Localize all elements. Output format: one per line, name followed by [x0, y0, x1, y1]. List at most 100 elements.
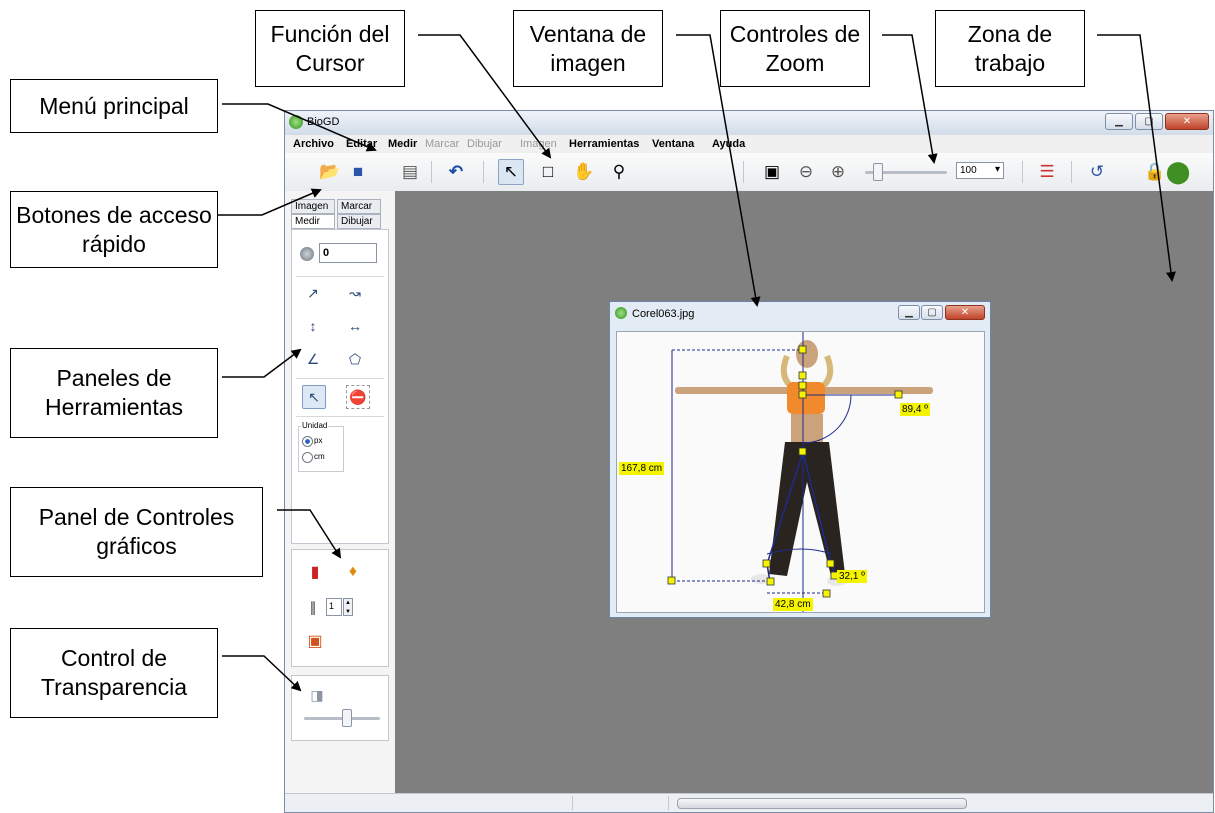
person-left-arm [675, 387, 793, 394]
callout-controles-zoom: Controles de Zoom [720, 10, 870, 87]
tab-medir[interactable]: Medir [291, 214, 335, 229]
stroke-width-value: 1 [329, 601, 335, 611]
status-bar [285, 793, 1213, 812]
unit-group: Unidad px cm [298, 421, 344, 472]
magnifier-icon[interactable]: ⚲ [606, 159, 632, 185]
width-label: 42,8 cm [773, 598, 813, 611]
menu-marcar[interactable]: Marcar [425, 138, 459, 150]
export-icon[interactable]: ↺ [1084, 159, 1110, 185]
transparency-panel: ◨ [291, 675, 389, 741]
counter-field[interactable]: 0 [319, 243, 377, 263]
callout-botones-acceso: Botones de acceso rápido [10, 191, 218, 268]
callout-control-transparencia: Control de Transparencia [10, 628, 218, 718]
chevron-down-icon: ▾ [994, 164, 1000, 175]
hand-icon[interactable]: ✋ [571, 159, 597, 185]
camera-icon[interactable]: ▤ [397, 159, 423, 185]
menu-herramientas[interactable]: Herramientas [569, 138, 639, 150]
menu-ventana[interactable]: Ventana [652, 138, 694, 150]
zoom-fit-icon[interactable]: ▣ [759, 159, 785, 185]
zoom-in-icon[interactable]: ⊕ [825, 159, 851, 185]
person-head [796, 340, 818, 368]
divider [296, 276, 384, 277]
transparency-icon: ◨ [310, 686, 324, 703]
status-divider [572, 796, 573, 810]
menu-editar[interactable]: Editar [346, 138, 377, 150]
paint-bucket-icon[interactable]: ♦ [342, 561, 364, 583]
bug-icon[interactable]: ⬤ [1165, 159, 1191, 185]
measured-person-photo [667, 332, 933, 612]
image-window[interactable]: Corel063.jpg ▁ ▢ ✕ 89,4 º 167,8 cm 32,1 … [609, 301, 991, 618]
menu-archivo[interactable]: Archivo [293, 138, 334, 150]
callout-funcion-cursor: Función del Cursor [255, 10, 405, 87]
person-torso [791, 414, 823, 442]
unidad-label: Unidad [301, 421, 329, 430]
image-window-icon [615, 307, 627, 319]
minimize-button[interactable]: ▁ [1105, 113, 1133, 130]
zoom-slider-thumb[interactable] [873, 163, 883, 181]
app-title: BioGD [307, 116, 340, 128]
counter-icon [300, 247, 314, 261]
tools-panel: 0 ↗ ↝ ↕ ↔ ∠ ⬠ ↖ ⛔ Unidad px cm [291, 229, 389, 544]
delete-icon[interactable]: ⛔ [346, 385, 370, 409]
radio-cm-label: cm [314, 452, 325, 461]
image-maximize-button[interactable]: ▢ [921, 305, 943, 320]
callout-menu-principal: Menú principal [10, 79, 218, 133]
menu-dibujar[interactable]: Dibujar [467, 138, 502, 150]
quick-access-toolbar: 📂 ■ ▤ ↶ ↖ □ ✋ ⚲ ▣ ⊖ ⊕ 100 ▾ ☰ ↺ 🔒 ⬤ [285, 153, 1213, 192]
toolbar-separator [483, 161, 484, 183]
color-palette-icon[interactable]: ▮ [304, 561, 326, 583]
image-minimize-button[interactable]: ▁ [898, 305, 920, 320]
brush-icon[interactable]: ∥ [302, 596, 324, 618]
dashed-line-icon[interactable]: ↝ [344, 282, 366, 304]
menu-imagen[interactable]: Imagen [520, 138, 557, 150]
tab-imagen[interactable]: Imagen [291, 199, 335, 214]
rectangle-select-icon[interactable]: □ [535, 159, 561, 185]
progress-bar [677, 798, 967, 809]
stroke-spinner[interactable]: ▲ ▼ [343, 598, 353, 616]
status-divider [668, 796, 669, 810]
image-close-button[interactable]: ✕ [945, 305, 985, 320]
toolbar-separator [1071, 161, 1072, 183]
line-measure-icon[interactable]: ↗ [302, 282, 324, 304]
callout-paneles-herramientas: Paneles de Herramientas [10, 348, 218, 438]
menu-medir[interactable]: Medir [388, 138, 417, 150]
stroke-width-field[interactable]: 1 [326, 598, 342, 616]
callout-zona-trabajo: Zona de trabajo [935, 10, 1085, 87]
divider [296, 416, 384, 417]
undo-icon[interactable]: ↶ [443, 159, 469, 185]
close-button[interactable]: ✕ [1165, 113, 1209, 130]
save-icon[interactable]: ■ [345, 159, 371, 185]
pointer-icon[interactable]: ↖ [498, 159, 524, 185]
graphic-controls-panel: ▮ ♦ ∥ 1 ▲ ▼ ▣ [291, 549, 389, 667]
layers-icon[interactable]: ☰ [1034, 159, 1060, 185]
callout-panel-controles: Panel de Controles gráficos [10, 487, 263, 577]
height-label: 167,8 cm [619, 462, 665, 475]
radio-cm[interactable] [302, 452, 313, 463]
tab-dibujar[interactable]: Dibujar [337, 214, 381, 229]
angle-label-shoulder: 89,4 º [900, 403, 930, 416]
title-bar: BioGD ▁ ▢ ✕ [285, 111, 1213, 135]
angle-icon[interactable]: ∠ [302, 348, 324, 370]
open-folder-icon[interactable]: 📂 [317, 159, 343, 185]
polygon-icon[interactable]: ⬠ [344, 348, 366, 370]
app-logo-icon [289, 115, 303, 129]
maximize-button[interactable]: ▢ [1135, 113, 1163, 130]
menu-ayuda[interactable]: Ayuda [712, 138, 745, 150]
horizontal-distance-icon[interactable]: ↔ [344, 315, 366, 337]
zoom-value: 100 [960, 165, 977, 176]
angle-label-legs: 32,1 º [837, 570, 867, 583]
photo-canvas[interactable]: 89,4 º 167,8 cm 32,1 º 42,8 cm [616, 331, 985, 613]
zoom-out-icon[interactable]: ⊖ [793, 159, 819, 185]
toolbar-separator [1022, 161, 1023, 183]
select-pointer-icon[interactable]: ↖ [302, 385, 326, 409]
vertical-distance-icon[interactable]: ↕ [302, 315, 324, 337]
text-fill-icon[interactable]: ▣ [304, 630, 326, 652]
person-right-arm [823, 387, 933, 394]
left-panel: Imagen Marcar Medir Dibujar 0 ↗ ↝ ↕ ↔ ∠ … [285, 191, 395, 794]
radio-px[interactable] [302, 436, 313, 447]
zoom-select[interactable]: 100 ▾ [956, 162, 1004, 179]
counter-value: 0 [323, 247, 330, 259]
tab-marcar[interactable]: Marcar [337, 199, 381, 214]
radio-px-label: px [314, 436, 323, 445]
transparency-slider-thumb[interactable] [342, 709, 352, 727]
